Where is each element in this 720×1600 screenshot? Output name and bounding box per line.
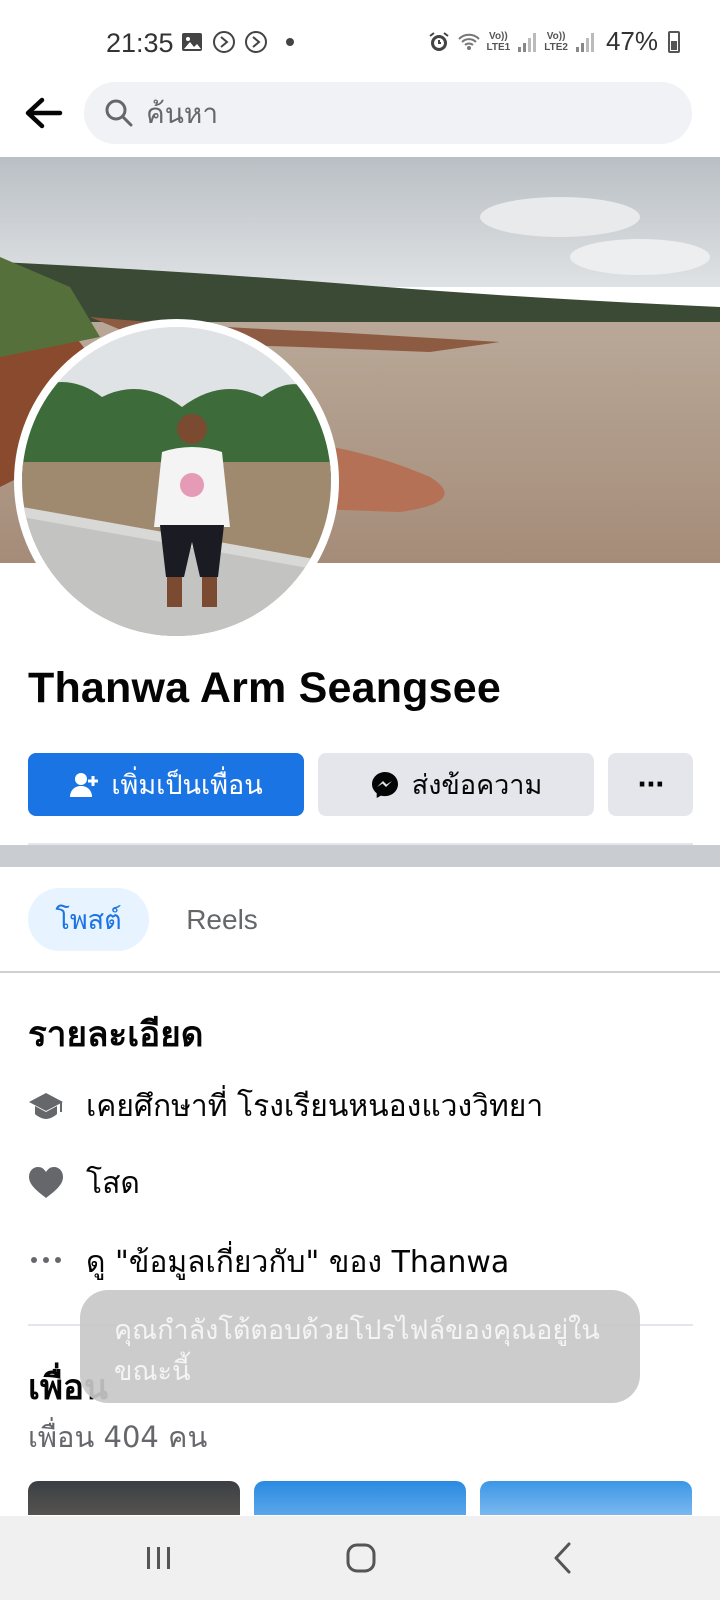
- tab-reels[interactable]: Reels: [162, 888, 282, 951]
- sync-icon: [213, 31, 235, 53]
- details-heading: รายละเอียด: [28, 1015, 204, 1055]
- status-time: 21:35: [106, 28, 174, 58]
- tab-posts[interactable]: โพสต์: [28, 888, 149, 951]
- signal-icon-1: [518, 32, 537, 52]
- more-icon: ···: [637, 769, 665, 800]
- relationship-text: โสด: [86, 1165, 140, 1201]
- battery-percent: 47%: [605, 26, 658, 56]
- message-button[interactable]: ส่งข้อความ: [318, 753, 594, 816]
- education-text: เคยศึกษาที่ โรงเรียนหนองแวงวิทยา: [86, 1088, 544, 1124]
- lte2-label: Vo)) LTE2: [544, 30, 568, 53]
- home-button[interactable]: [339, 1536, 383, 1580]
- heart-icon: [28, 1165, 64, 1201]
- detail-see-about[interactable]: ดู "ข้อมูลเกี่ยวกับ" ของ Thanwa: [28, 1240, 509, 1284]
- friend-thumbnail[interactable]: [254, 1481, 466, 1515]
- message-label: ส่งข้อความ: [411, 770, 543, 801]
- friend-thumbnails: [28, 1481, 693, 1515]
- graduation-cap-icon: [28, 1088, 64, 1124]
- signal-icon-2: [575, 32, 594, 52]
- back-arrow-icon[interactable]: [22, 92, 64, 134]
- sync-icon-2: [245, 31, 267, 53]
- system-nav-bar: [0, 1516, 720, 1600]
- toast-message: คุณกำลังโต้ตอบด้วยโปรไฟล์ของคุณอยู่ในขณะ…: [114, 1315, 600, 1387]
- notification-dot: [286, 38, 294, 46]
- add-friend-button[interactable]: เพิ่มเป็นเพื่อน: [28, 753, 304, 816]
- search-header: [0, 80, 720, 156]
- friends-count: เพื่อน 404 คน: [28, 1420, 208, 1454]
- status-system-icons: Vo)) LTE1 Vo)) LTE2 47%: [427, 26, 680, 57]
- section-separator: [0, 845, 720, 867]
- friend-thumbnail[interactable]: [28, 1481, 240, 1515]
- chevron-left-icon: [554, 1542, 571, 1574]
- gallery-icon: [182, 33, 202, 51]
- lte1-label: Vo)) LTE1: [486, 30, 511, 53]
- home-icon: [346, 1543, 376, 1573]
- recent-apps-button[interactable]: [137, 1536, 181, 1580]
- status-bar: 21:35 Vo)) LTE1 Vo)) LTE2 47%: [0, 0, 720, 88]
- toast-notification: คุณกำลังโต้ตอบด้วยโปรไฟล์ของคุณอยู่ในขณะ…: [80, 1290, 640, 1403]
- friend-thumbnail[interactable]: [480, 1481, 692, 1515]
- detail-education: เคยศึกษาที่ โรงเรียนหนองแวงวิทยา: [28, 1084, 543, 1128]
- messenger-icon: [371, 771, 398, 798]
- see-about-text[interactable]: ดู "ข้อมูลเกี่ยวกับ" ของ Thanwa: [86, 1239, 509, 1286]
- avatar-image: [22, 327, 331, 636]
- profile-avatar[interactable]: [14, 319, 339, 644]
- more-dots-icon: [28, 1244, 64, 1280]
- add-friend-label: เพิ่มเป็นเพื่อน: [111, 770, 263, 801]
- search-icon: [105, 99, 133, 127]
- battery-icon: [668, 30, 680, 53]
- more-options-button[interactable]: ···: [608, 753, 693, 816]
- profile-actions: เพิ่มเป็นเพื่อน ส่งข้อความ ···: [28, 753, 693, 816]
- system-back-button[interactable]: [541, 1536, 585, 1580]
- alarm-icon: [428, 31, 449, 51]
- add-friend-icon: [70, 772, 99, 797]
- recent-apps-icon: [147, 1547, 170, 1569]
- search-bar[interactable]: [84, 82, 692, 144]
- status-notification-icons: [180, 30, 294, 54]
- profile-name: Thanwa Arm Seangsee: [28, 664, 501, 712]
- wifi-icon: [457, 33, 480, 50]
- search-input[interactable]: [146, 82, 666, 144]
- tabs-divider: [0, 971, 720, 973]
- detail-relationship: โสด: [28, 1161, 140, 1205]
